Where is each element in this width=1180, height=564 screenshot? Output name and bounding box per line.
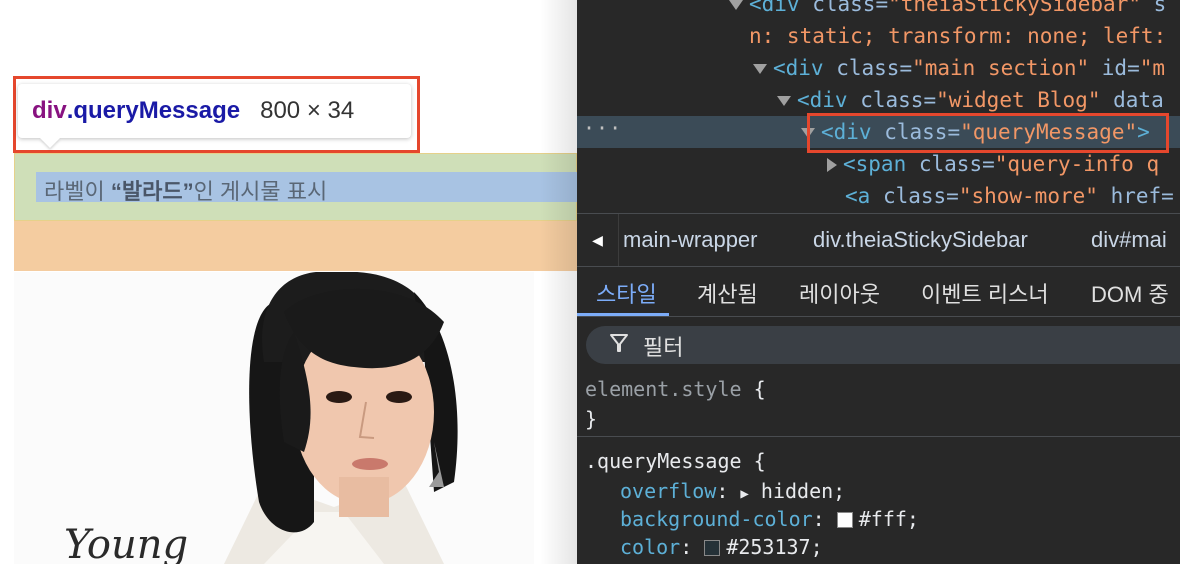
filter-row: 필터 — [577, 318, 1180, 372]
filter-placeholder: 필터 — [643, 335, 684, 360]
album-cover-image: Young — [14, 272, 534, 564]
open-brace: { — [753, 449, 766, 473]
tab-computed[interactable]: 계산됨 — [697, 277, 758, 309]
dom-tag: <div — [749, 0, 800, 16]
active-tab-indicator — [577, 313, 669, 316]
tooltip-tag: div — [32, 97, 67, 124]
color-swatch-icon[interactable] — [704, 540, 721, 556]
node-actions-ellipsis-icon[interactable]: ··· — [583, 116, 622, 140]
dom-attr-value: "main section" — [912, 56, 1090, 80]
dom-tag: <div — [797, 88, 848, 112]
tab-dom-breakpoints[interactable]: DOM 중 — [1091, 277, 1169, 309]
dom-attr-value: n: static; transform: none; left: — [749, 24, 1167, 48]
query-suffix: 인 게시물 표시 — [193, 179, 328, 204]
selector-text: element.style — [585, 377, 742, 401]
query-label: “발라드” — [110, 179, 194, 204]
property-value: #fff — [858, 507, 907, 531]
dom-node-sticky-sidebar[interactable]: <div class="theiaStickySidebar" s — [577, 0, 1180, 20]
breadcrumb-scroll-left-icon[interactable]: ◀ — [577, 214, 619, 266]
collapsed-triangle-icon[interactable] — [827, 158, 837, 172]
query-message-text: 라벨이 “발라드”인 게시물 표시 — [44, 174, 327, 206]
expand-triangle-icon[interactable] — [753, 64, 767, 74]
dom-attr: data — [1113, 88, 1164, 112]
dom-node-show-more[interactable]: <a class="show-more" href= — [577, 180, 1180, 212]
dom-attr: class — [836, 56, 900, 80]
elements-tree: <div class="theiaStickySidebar" s n: sta… — [577, 0, 1180, 212]
style-property-overflow[interactable]: overflow: ▶ hidden; — [620, 476, 845, 506]
dom-attr: class — [812, 0, 876, 16]
dom-node-widget-blog[interactable]: <div class="widget Blog" data — [577, 84, 1180, 116]
dom-attr: class — [918, 152, 983, 176]
tooltip-arrow — [40, 138, 60, 148]
pane-shadow — [540, 0, 577, 564]
rule-selector[interactable]: .queryMessage { — [585, 446, 766, 476]
highlight-padding-overlay — [14, 221, 577, 271]
dom-attr-value: "widget Blog" — [936, 88, 1101, 112]
dom-attr-value: "show-more" — [958, 184, 1098, 208]
dom-attr: class — [860, 88, 924, 112]
open-brace: { — [753, 377, 766, 401]
dom-node-main-section[interactable]: <div class="main section" id="m — [577, 52, 1180, 84]
dom-tag: <a — [845, 184, 871, 208]
dom-attr: href= — [1110, 184, 1174, 208]
expand-triangle-icon[interactable] — [777, 96, 791, 106]
expand-triangle-icon[interactable] — [729, 0, 743, 10]
dom-tag: <div — [773, 56, 824, 80]
style-property-color[interactable]: color: #253137; — [620, 532, 823, 562]
property-value: #253137 — [726, 535, 811, 559]
selector-text: .queryMessage — [585, 449, 742, 473]
dom-style-continuation: n: static; transform: none; left: — [577, 20, 1180, 52]
inspect-tooltip: div .queryMessage 800 × 34 — [18, 84, 411, 138]
breadcrumb-item[interactable]: main-wrapper — [623, 227, 758, 253]
dom-attr-value: "m — [1139, 56, 1166, 80]
styles-pane: element.style { } .queryMessage { overfl… — [577, 372, 1180, 564]
filter-funnel-icon — [610, 334, 628, 352]
logo-script-text: Young — [64, 522, 188, 564]
property-name: background-color — [620, 507, 813, 531]
annotation-highlight-box — [807, 113, 1169, 153]
tab-layout[interactable]: 레이아웃 — [799, 277, 880, 309]
tooltip-class: .queryMessage — [66, 97, 241, 124]
tooltip-size: 800 × 34 — [260, 97, 355, 124]
property-name: color — [620, 535, 681, 559]
property-name: overflow — [620, 479, 717, 503]
dom-attr-value: "query-info q — [994, 152, 1160, 176]
dom-attr: class — [882, 184, 947, 208]
dom-tag: <span — [843, 152, 907, 176]
dom-attr: id — [1101, 56, 1128, 80]
property-value: hidden — [760, 479, 834, 503]
query-prefix: 라벨이 — [44, 179, 111, 204]
dom-attr-value: "theiaStickySidebar" — [888, 0, 1141, 16]
tab-event-listeners[interactable]: 이벤트 리스너 — [921, 277, 1049, 309]
styles-tab-bar: 스타일 계산됨 레이아웃 이벤트 리스너 DOM 중 — [577, 267, 1180, 317]
element-style-selector: element.style { — [585, 374, 766, 404]
breadcrumb-item[interactable]: div.theiaStickySidebar — [813, 227, 1028, 253]
page-preview: 라벨이 “발라드”인 게시물 표시 Young div .queryMessag… — [0, 0, 577, 564]
rule-divider — [577, 436, 1180, 437]
breadcrumb: ◀ main-wrapper div.theiaStickySidebar di… — [577, 213, 1180, 267]
expand-value-triangle-icon[interactable]: ▶ — [740, 486, 748, 502]
dom-attr: s — [1140, 0, 1167, 16]
tab-styles[interactable]: 스타일 — [596, 277, 657, 309]
style-property-background-color[interactable]: background-color: #fff; — [620, 504, 919, 534]
breadcrumb-item[interactable]: div#mai — [1091, 227, 1167, 253]
devtools-panel: <div class="theiaStickySidebar" s n: sta… — [577, 0, 1180, 564]
element-style-close: } — [585, 407, 598, 431]
color-swatch-icon[interactable] — [836, 512, 853, 528]
